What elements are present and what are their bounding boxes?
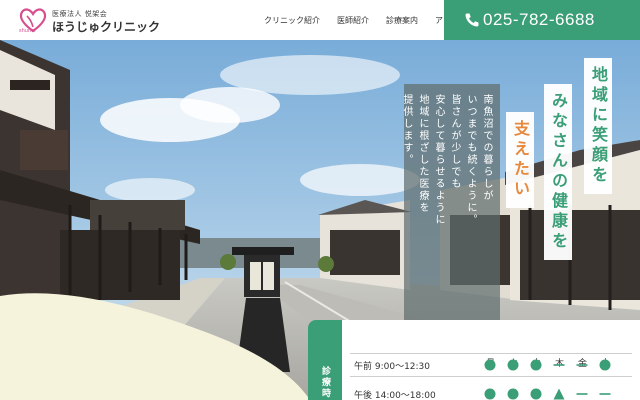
hours-tab-label: 診療時: [320, 366, 330, 399]
open-circle-icon: [507, 359, 519, 371]
logo-tagline: shuhei: [19, 28, 36, 34]
catch-line-3-text: 支えたい: [511, 120, 530, 200]
hours-tab[interactable]: 診療時: [308, 320, 342, 400]
open-circle-icon: [530, 359, 542, 371]
global-nav: クリニック紹介 医師紹介 診療案内 ア: [264, 0, 460, 40]
closed-dash-icon: [553, 364, 565, 366]
open-circle-icon: [484, 388, 496, 400]
message-col-4: 安心して暮らせるように: [433, 94, 444, 226]
partial-triangle-icon: [553, 388, 565, 400]
hours-divider: [350, 376, 632, 377]
hours-table: 月 火 水 木 金 土 午前 9:00～12:30 午後 14:00～18:00: [342, 320, 640, 400]
nav-item-access[interactable]: ア: [435, 15, 443, 26]
message-text: 南魚沼での暮らしが いつまでも続くように。 皆さんが少しでも 安心して暮らせるよ…: [398, 94, 494, 226]
closed-dash-icon: [576, 364, 588, 366]
hours-row-morning-label: 午前 9:00～12:30: [354, 362, 431, 372]
nav-item-doctors[interactable]: 医師紹介: [337, 15, 369, 26]
clinic-logo[interactable]: shuhei 医療法人 悦架会 ほうじゅクリニック: [18, 6, 168, 34]
message-col-2: いつまでも続くように。: [465, 94, 476, 226]
message-col-3: 皆さんが少しでも: [449, 94, 460, 190]
message-col-5: 地域に根ざした医療を: [417, 94, 428, 214]
catch-line-2: みなさんの健康を: [544, 84, 572, 260]
open-circle-icon: [507, 388, 519, 400]
hours-row-afternoon-label: 午後 14:00～18:00: [354, 391, 436, 400]
open-circle-icon: [530, 388, 542, 400]
catch-line-3: 支えたい: [506, 112, 534, 208]
logo-clinic-name: ほうじゅクリニック: [52, 20, 161, 34]
closed-dash-icon: [576, 393, 588, 395]
hours-divider: [350, 353, 632, 354]
catch-line-1: 地域に笑顔を: [584, 58, 612, 194]
site-header: shuhei 医療法人 悦架会 ほうじゅクリニック クリニック紹介 医師紹介 診…: [0, 0, 640, 40]
open-circle-icon: [599, 359, 611, 371]
phone-button[interactable]: 025-782-6688: [444, 0, 640, 40]
message-col-1: 南魚沼での暮らしが: [481, 94, 492, 202]
open-circle-icon: [484, 359, 496, 371]
nav-item-services[interactable]: 診療案内: [386, 15, 418, 26]
nav-item-clinic-intro[interactable]: クリニック紹介: [264, 15, 320, 26]
catch-line-2-text: みなさんの健康を: [549, 92, 568, 252]
decorative-wave: [0, 293, 310, 400]
message-col-6: 提供します。: [401, 94, 412, 166]
phone-number: 025-782-6688: [483, 10, 595, 29]
closed-dash-icon: [599, 393, 611, 395]
catch-line-1-text: 地域に笑顔を: [589, 66, 608, 186]
phone-icon: [465, 13, 479, 27]
message-panel: 南魚沼での暮らしが いつまでも続くように。 皆さんが少しでも 安心して暮らせるよ…: [401, 84, 500, 320]
